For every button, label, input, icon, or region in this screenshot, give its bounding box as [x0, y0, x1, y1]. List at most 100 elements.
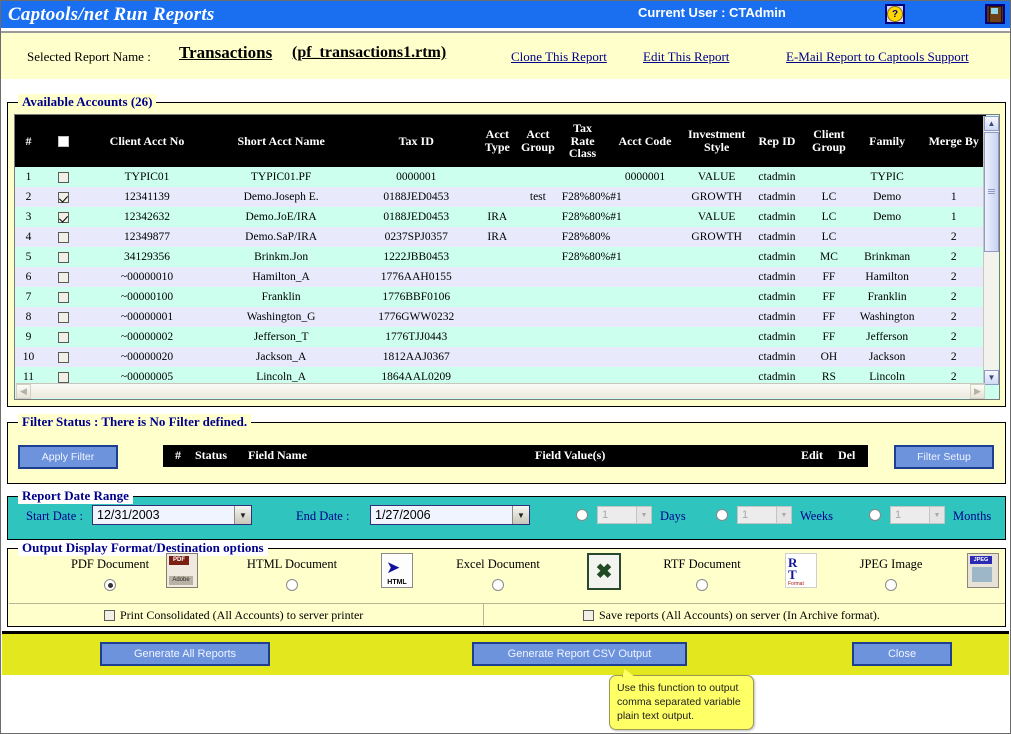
email-report-link[interactable]: E-Mail Report to Captools Support	[786, 49, 969, 65]
row-select-cell[interactable]	[42, 227, 86, 247]
cell-tax-rate-class	[560, 287, 606, 307]
jpeg-icon-label: JPEG	[970, 556, 992, 564]
excel-x-glyph: ✖	[589, 555, 619, 588]
table-row[interactable]: 8~00000001Washington_G1776GWW0232ctadmin…	[15, 307, 986, 327]
table-row[interactable]: 7~00000100Franklin1776BBF0106ctadminFFFr…	[15, 287, 986, 307]
row-select-cell[interactable]	[42, 307, 86, 327]
save-reports-checkbox[interactable]	[583, 610, 594, 621]
row-checkbox[interactable]	[58, 372, 69, 383]
col-rep-id[interactable]: Rep ID	[749, 115, 805, 167]
row-checkbox[interactable]	[58, 272, 69, 283]
col-select-all[interactable]	[42, 115, 86, 167]
row-checkbox[interactable]	[58, 352, 69, 363]
col-client-acct-no[interactable]: Client Acct No	[86, 115, 209, 167]
scroll-down-icon[interactable]: ▼	[984, 370, 999, 385]
col-tax-rate-class[interactable]: Tax Rate Class	[560, 115, 606, 167]
row-checkbox[interactable]	[58, 192, 69, 203]
row-checkbox[interactable]	[58, 292, 69, 303]
scroll-left-icon[interactable]: ◀	[16, 384, 31, 399]
row-select-cell[interactable]	[42, 187, 86, 207]
arrow-glyph: ➤	[386, 559, 400, 576]
table-row[interactable]: 412349877Demo.SaP/IRA0237SPJ0357IRAF28%8…	[15, 227, 986, 247]
table-row[interactable]: 10~00000020Jackson_A1812AAJ0367ctadminOH…	[15, 347, 986, 367]
row-select-cell[interactable]	[42, 247, 86, 267]
col-short-acct-name[interactable]: Short Acct Name	[208, 115, 354, 167]
col-acct-code[interactable]: Acct Code	[605, 115, 684, 167]
report-name-value[interactable]: Transactions	[179, 43, 272, 63]
table-row[interactable]: 212341139Demo.Joseph E.0188JED0453testF2…	[15, 187, 986, 207]
col-investment-style[interactable]: Investment Style	[684, 115, 748, 167]
scroll-right-icon[interactable]: ▶	[970, 384, 985, 399]
table-row[interactable]: 9~00000002Jefferson_T1776TJJ0443ctadminF…	[15, 327, 986, 347]
clone-report-link[interactable]: Clone This Report	[511, 49, 607, 65]
chevron-down-icon[interactable]: ▼	[636, 507, 651, 523]
chevron-down-icon[interactable]: ▼	[512, 506, 529, 524]
print-consolidated-option[interactable]: Print Consolidated (All Accounts) to ser…	[104, 608, 363, 623]
radio-excel[interactable]	[492, 579, 504, 591]
row-select-cell[interactable]	[42, 207, 86, 227]
col-client-group[interactable]: Client Group	[805, 115, 853, 167]
radio-html[interactable]	[286, 579, 298, 591]
filter-setup-button[interactable]: Filter Setup	[894, 445, 994, 469]
radio-months[interactable]	[869, 509, 881, 521]
start-date-input[interactable]: 12/31/2003 ▼	[92, 505, 252, 525]
accounts-horizontal-scrollbar[interactable]: ◀ ▶	[16, 383, 985, 398]
exit-door-icon[interactable]	[985, 4, 1005, 24]
cell-client-group: LC	[805, 227, 853, 247]
report-file-value[interactable]: (pf_transactions1.rtm)	[292, 44, 446, 62]
rtf-icon: R T Format	[785, 553, 817, 588]
row-checkbox[interactable]	[58, 312, 69, 323]
col-tax-id[interactable]: Tax ID	[354, 115, 479, 167]
vertical-scroll-thumb[interactable]	[984, 132, 999, 252]
row-checkbox[interactable]	[58, 252, 69, 263]
radio-weeks[interactable]	[716, 509, 728, 521]
apply-filter-button[interactable]: Apply Filter	[18, 445, 118, 469]
cell-acct-group	[516, 207, 560, 227]
chevron-down-icon[interactable]: ▼	[234, 506, 251, 524]
col-family[interactable]: Family	[853, 115, 922, 167]
cell-short-acct-name: Franklin	[208, 287, 354, 307]
row-index: 2	[15, 187, 42, 207]
chevron-down-icon[interactable]: ▼	[776, 507, 791, 523]
row-checkbox[interactable]	[58, 232, 69, 243]
row-select-cell[interactable]	[42, 327, 86, 347]
table-row[interactable]: 534129356Brinkm.Jon1222JBB0453F28%80%#1c…	[15, 247, 986, 267]
row-checkbox[interactable]	[58, 172, 69, 183]
months-count-select[interactable]: 1 ▼	[890, 506, 945, 524]
generate-report-csv-button[interactable]: Generate Report CSV Output	[472, 642, 687, 666]
help-icon[interactable]: ?	[885, 4, 905, 24]
end-date-input[interactable]: 1/27/2006 ▼	[370, 505, 530, 525]
weeks-count-select[interactable]: 1 ▼	[737, 506, 792, 524]
end-date-label: End Date :	[296, 509, 349, 524]
scroll-up-icon[interactable]: ▲	[984, 116, 999, 131]
radio-pdf[interactable]	[104, 579, 116, 591]
table-row[interactable]: 6~00000010Hamilton_A1776AAH0155ctadminFF…	[15, 267, 986, 287]
close-button[interactable]: Close	[852, 642, 952, 666]
cell-short-acct-name: Washington_G	[208, 307, 354, 327]
table-row[interactable]: 312342632Demo.JoE/IRA0188JED0453IRAF28%8…	[15, 207, 986, 227]
table-row[interactable]: 1TYPIC01TYPIC01.PF00000010000001VALUEcta…	[15, 167, 986, 187]
chevron-down-icon[interactable]: ▼	[929, 507, 944, 523]
col-merge-by[interactable]: Merge By	[921, 115, 986, 167]
col-acct-group[interactable]: Acct Group	[516, 115, 560, 167]
accounts-grid[interactable]: # Client Acct No Short Acct Name Tax ID …	[14, 114, 1000, 400]
radio-days[interactable]	[576, 509, 588, 521]
row-select-cell[interactable]	[42, 167, 86, 187]
select-all-checkbox[interactable]	[58, 136, 69, 147]
cell-family: Jefferson	[853, 327, 922, 347]
row-checkbox[interactable]	[58, 212, 69, 223]
row-checkbox[interactable]	[58, 332, 69, 343]
radio-rtf[interactable]	[696, 579, 708, 591]
days-count-select[interactable]: 1 ▼	[597, 506, 652, 524]
generate-all-reports-button[interactable]: Generate All Reports	[100, 642, 270, 666]
accounts-vertical-scrollbar[interactable]: ▲ ▼	[983, 116, 998, 385]
save-reports-option[interactable]: Save reports (All Accounts) on server (I…	[583, 608, 880, 623]
cell-merge-by: 2	[921, 327, 986, 347]
edit-report-link[interactable]: Edit This Report	[643, 49, 729, 65]
row-select-cell[interactable]	[42, 287, 86, 307]
row-select-cell[interactable]	[42, 347, 86, 367]
row-select-cell[interactable]	[42, 267, 86, 287]
col-acct-type[interactable]: Acct Type	[479, 115, 516, 167]
print-consolidated-checkbox[interactable]	[104, 610, 115, 621]
radio-jpeg[interactable]	[885, 579, 897, 591]
